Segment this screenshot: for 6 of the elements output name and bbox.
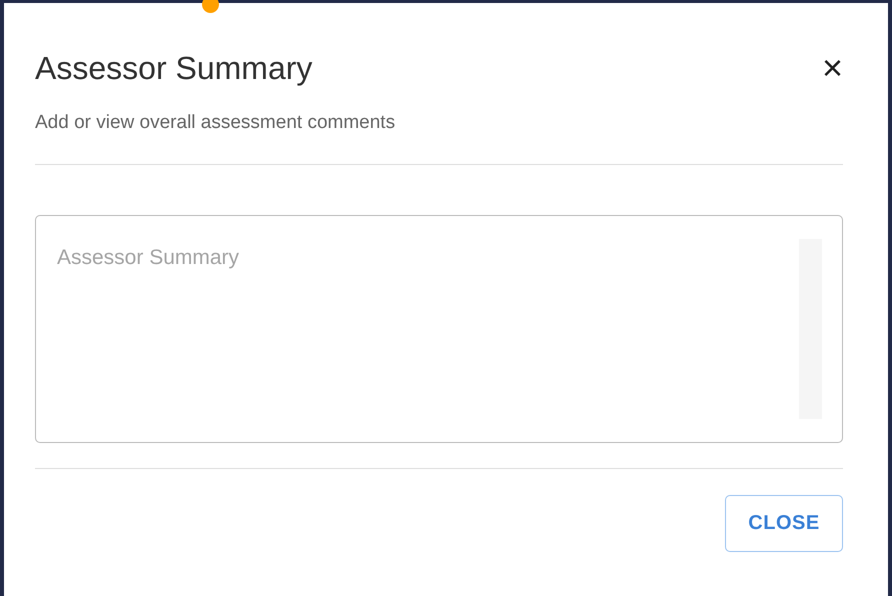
dialog-subtitle: Add or view overall assessment comments	[35, 111, 396, 135]
close-button[interactable]: ×	[816, 50, 849, 86]
status-dot	[202, 0, 219, 13]
close-button[interactable]: CLOSE	[725, 495, 843, 552]
dialog-title: Assessor Summary	[35, 49, 312, 88]
summary-field[interactable]: Assessor Summary	[35, 215, 843, 443]
